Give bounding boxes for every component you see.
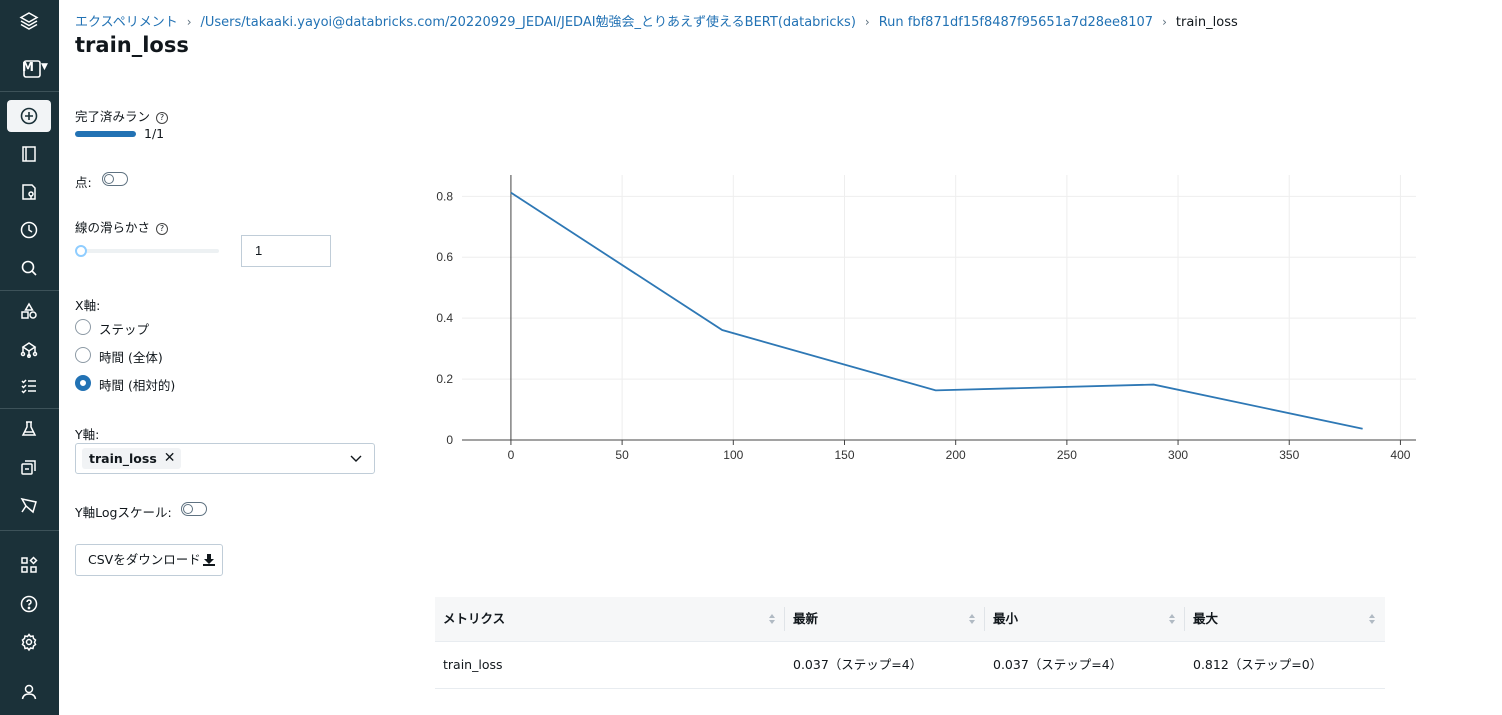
page-title: train_loss: [75, 33, 189, 57]
smoothness-slider-track[interactable]: [80, 249, 219, 253]
x-axis-radio-step[interactable]: [75, 319, 91, 335]
x-axis-radio-relative-time[interactable]: [75, 375, 91, 391]
download-csv-button[interactable]: CSVをダウンロード: [75, 544, 223, 576]
close-icon[interactable]: ✕: [164, 448, 176, 469]
x-tick-label: 200: [946, 448, 966, 462]
y-tick-label: 0.6: [436, 250, 453, 264]
sort-icon[interactable]: [1168, 613, 1176, 625]
help-icon[interactable]: ?: [156, 223, 169, 235]
y-tick-label: 0: [446, 433, 453, 447]
repos-icon[interactable]: [14, 177, 44, 207]
sort-icon[interactable]: [1368, 613, 1376, 625]
x-tick-label: 400: [1390, 448, 1410, 462]
x-tick-label: 100: [723, 448, 743, 462]
settings-icon[interactable]: [14, 627, 44, 657]
sort-icon[interactable]: [968, 613, 976, 625]
breadcrumb: エクスペリメント › /Users/takaaki.yayoi@databricks…: [75, 11, 1238, 30]
x-tick-label: 150: [834, 448, 854, 462]
workspace-switcher-icon[interactable]: M ▼: [14, 54, 50, 84]
y-axis-tag: train_loss ✕: [82, 448, 181, 469]
x-axis-option-wall-time[interactable]: 時間 (全体): [99, 347, 163, 366]
x-tick-label: 0: [508, 448, 515, 462]
download-csv-label: CSVをダウンロード: [88, 552, 201, 567]
smoothness-slider-handle[interactable]: [75, 245, 87, 257]
y-log-scale-label: Y軸Logスケール:: [75, 505, 172, 520]
breadcrumb-experiments-link[interactable]: エクスペリメント: [75, 15, 178, 30]
breadcrumb-run-link[interactable]: Run fbf871df15f8487f95651a7d28ee8107: [879, 15, 1153, 30]
table-header: メトリクス 最新 最小 最大: [435, 597, 1385, 642]
workspace-letter: M: [22, 60, 34, 74]
smoothness-label: 線の滑らかさ?: [75, 217, 169, 236]
column-header-label: 最新: [793, 611, 819, 626]
completed-runs-label: 完了済みラン?: [75, 106, 169, 125]
compute-icon[interactable]: [14, 334, 44, 364]
x-axis-option-step[interactable]: ステップ: [99, 319, 149, 338]
new-icon[interactable]: [7, 100, 51, 132]
breadcrumb-separator: ›: [186, 15, 192, 29]
train-loss-line-chart[interactable]: 0 50 100 150 200 250 300 350 400 0 0.2 0.4 0.6 0.8: [420, 165, 1420, 475]
y-axis-tag-label: train_loss: [89, 451, 157, 466]
help-icon[interactable]: ?: [156, 112, 169, 124]
data-icon[interactable]: [14, 296, 44, 326]
train-loss-series-line: [510, 191, 1363, 430]
sidebar-divider: [0, 408, 59, 409]
breadcrumb-separator: ›: [1162, 15, 1167, 29]
points-toggle[interactable]: [102, 172, 128, 186]
smoothness-input[interactable]: 1: [241, 235, 331, 267]
models-icon[interactable]: [14, 490, 44, 520]
sidebar-divider: [0, 91, 59, 92]
x-axis-radio-wall-time[interactable]: [75, 347, 91, 363]
column-header-metric[interactable]: メトリクス: [435, 597, 785, 641]
chevron-down-icon: ▼: [41, 62, 48, 72]
y-tick-label: 0.4: [436, 311, 453, 325]
x-tick-label: 250: [1057, 448, 1077, 462]
completed-runs-label-text: 完了済みラン: [75, 109, 151, 124]
y-log-scale-toggle[interactable]: [181, 502, 207, 516]
y-tick-label: 0.8: [436, 189, 453, 203]
experiments-icon[interactable]: [14, 414, 44, 444]
x-axis-label: X軸:: [75, 298, 101, 313]
x-tick-label: 300: [1168, 448, 1188, 462]
sort-icon[interactable]: [768, 613, 776, 625]
partner-connect-icon[interactable]: [14, 550, 44, 580]
column-header-label: 最大: [1193, 611, 1219, 626]
breadcrumb-experiment-path-link[interactable]: /Users/takaaki.yayoi@databricks.com/2022…: [201, 15, 856, 30]
column-header-latest[interactable]: 最新: [785, 597, 985, 641]
recents-icon[interactable]: [14, 215, 44, 245]
completed-runs-progress-bar: [75, 131, 136, 137]
x-tick-label: 350: [1279, 448, 1299, 462]
feature-store-icon[interactable]: [14, 452, 44, 482]
logo-icon[interactable]: [14, 6, 44, 36]
chevron-down-icon[interactable]: [350, 452, 362, 464]
workflows-icon[interactable]: [14, 371, 44, 401]
y-axis-label: Y軸:: [75, 427, 100, 442]
x-axis-option-relative-time[interactable]: 時間 (相対的): [99, 375, 175, 394]
download-icon: [202, 554, 215, 566]
column-header-label: 最小: [993, 611, 1019, 626]
search-icon[interactable]: [14, 253, 44, 283]
breadcrumb-separator: ›: [864, 15, 870, 29]
help-icon[interactable]: [14, 589, 44, 619]
x-tick-label: 50: [615, 448, 629, 462]
column-header-max[interactable]: 最大: [1185, 597, 1385, 641]
workspace-icon[interactable]: [14, 139, 44, 169]
sidebar-divider: [0, 530, 59, 531]
table-row: train_loss 0.037（ステップ=4） 0.037（ステップ=4） 0…: [435, 642, 1385, 689]
breadcrumb-current: train_loss: [1175, 15, 1238, 30]
points-label: 点:: [75, 175, 92, 190]
sidebar: M ▼: [0, 0, 59, 715]
table-cell: 0.037（ステップ=4）: [993, 657, 1123, 672]
table-cell: 0.812（ステップ=0）: [1193, 657, 1323, 672]
table-cell: train_loss: [443, 657, 503, 672]
column-header-min[interactable]: 最小: [985, 597, 1185, 641]
smoothness-label-text: 線の滑らかさ: [75, 220, 151, 235]
column-header-label: メトリクス: [443, 611, 506, 626]
metrics-table: メトリクス 最新 最小 最大 train_loss 0.037（ステップ=4） …: [435, 597, 1385, 689]
y-tick-label: 0.2: [436, 372, 453, 386]
y-axis-select[interactable]: train_loss ✕: [75, 443, 375, 474]
completed-runs-value: 1/1: [144, 126, 165, 141]
user-icon[interactable]: [14, 677, 44, 707]
sidebar-divider: [0, 290, 59, 291]
table-cell: 0.037（ステップ=4）: [793, 657, 923, 672]
